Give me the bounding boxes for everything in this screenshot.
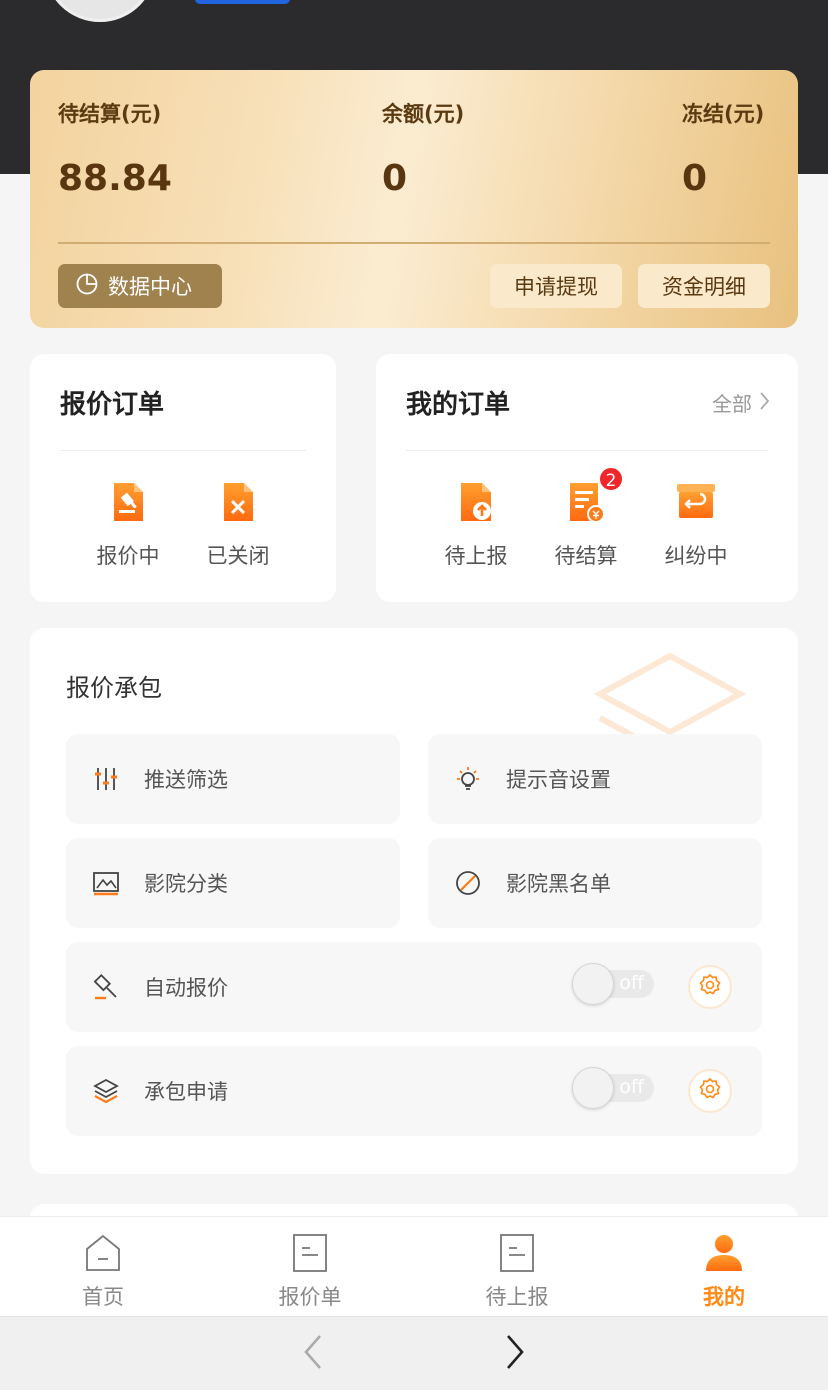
contract-apply-label: 承包申请 [144,1080,228,1104]
quote-list-icon [250,1231,370,1275]
tab-pending-report[interactable]: 待上报 [457,1231,577,1311]
pending-settlement[interactable]: 待结算(元) 88.84 [58,98,172,199]
gear-icon [698,973,722,1002]
user-icon [664,1231,784,1275]
pending-settlement-orders-label: 待结算 [554,544,618,568]
auto-quote-toggle[interactable]: off [572,963,654,1005]
data-center-button[interactable]: 数据中心 [58,264,222,308]
layers-icon [92,1077,120,1105]
pending-report-label: 待上报 [444,544,508,568]
toggle-state: off [619,1076,644,1098]
tab-quote-list-label: 报价单 [278,1285,342,1309]
user-tag [195,0,290,4]
auto-quote-settings-button[interactable] [688,965,732,1009]
balance-value: 0 [382,158,408,199]
auto-quote-label: 自动报价 [144,976,228,1000]
quote-orders-card: 报价订单 报价中 已关闭 [30,354,336,602]
gavel-icon [92,973,120,1001]
gavel-doc-icon [104,478,152,526]
contract-apply-toggle[interactable]: off [572,1067,654,1109]
tab-pending-report-label: 待上报 [485,1285,549,1309]
tab-mine[interactable]: 我的 [664,1231,784,1311]
upload-doc-icon [452,478,500,526]
all-orders-label: 全部 [712,392,752,416]
tab-home[interactable]: 首页 [43,1231,163,1311]
cinema-category-label: 影院分类 [144,872,228,896]
cinema-category-tile[interactable]: 影院分类 [66,838,400,928]
data-center-label: 数据中心 [108,275,192,299]
pending-settlement-orders[interactable]: 2 待结算 [536,466,636,570]
wallet-card: 待结算(元) 88.84 余额(元) 0 冻结(元) 0 数据中心 申请提现 资… [30,70,798,328]
chevron-left-icon [302,1334,324,1374]
back-button[interactable] [290,1331,336,1377]
my-orders-title: 我的订单 [406,390,511,420]
layers-watermark-icon [594,652,746,742]
closed-orders[interactable]: 已关闭 [188,478,288,570]
cinema-blacklist-label: 影院黑名单 [506,872,611,896]
dispute-label: 纠纷中 [664,544,728,568]
balance[interactable]: 余额(元) 0 [382,98,464,199]
divider [60,450,306,451]
contract-apply-settings-button[interactable] [688,1069,732,1113]
pending-report-icon [457,1231,577,1275]
pending-report-orders[interactable]: 待上报 [426,478,526,570]
quoting-label: 报价中 [96,544,160,568]
divider [406,450,768,451]
toggle-state: off [619,972,644,994]
push-filter-tile[interactable]: 推送筛选 [66,734,400,824]
toggle-knob [572,1067,614,1109]
settle-doc-icon: 2 [562,466,624,526]
pending-settlement-value: 88.84 [58,158,172,199]
home-icon [43,1231,163,1275]
toggle-knob [572,963,614,1005]
gear-icon [698,1077,722,1106]
frozen-label: 冻结(元) [682,102,765,126]
chevron-right-icon [760,391,770,415]
quote-contract-section: 报价承包 推送筛选 提示音设置 影院分类 影院黑名单 自动报价 off 承包申请… [30,628,798,1174]
funds-detail-button[interactable]: 资金明细 [638,264,770,308]
browser-nav-bar [0,1316,828,1390]
section-title: 报价承包 [66,674,162,702]
ban-icon [454,869,482,897]
dispute-orders[interactable]: 纠纷中 [646,478,746,570]
cinema-blacklist-tile[interactable]: 影院黑名单 [428,838,762,928]
frozen[interactable]: 冻结(元) 0 [682,98,764,199]
quote-orders-title: 报价订单 [60,390,165,420]
bulb-icon [454,765,482,793]
pending-settlement-label: 待结算(元) [58,102,162,126]
screen-icon [92,869,120,897]
closed-label: 已关闭 [206,544,270,568]
all-orders-link[interactable]: 全部 [712,388,770,417]
sound-settings-tile[interactable]: 提示音设置 [428,734,762,824]
tab-mine-label: 我的 [703,1285,745,1309]
contract-apply-row: 承包申请 off [66,1046,762,1136]
auto-quote-row: 自动报价 off [66,942,762,1032]
avatar[interactable] [44,0,156,22]
bottom-tab-bar: 首页 报价单 待上报 我的 [0,1216,828,1316]
badge-count: 2 [598,466,624,492]
frozen-value: 0 [682,158,708,199]
chevron-right-icon [504,1334,526,1374]
push-filter-label: 推送筛选 [144,768,228,792]
return-box-icon [672,478,720,526]
quoting-orders[interactable]: 报价中 [78,478,178,570]
balance-label: 余额(元) [382,102,465,126]
forward-button[interactable] [492,1331,538,1377]
my-orders-card: 我的订单 全部 待上报 2 待结算 纠纷中 [376,354,798,602]
tab-home-label: 首页 [82,1285,124,1309]
sound-settings-label: 提示音设置 [506,768,611,792]
pie-chart-icon [76,273,98,300]
withdraw-button[interactable]: 申请提现 [490,264,622,308]
closed-doc-icon [214,478,262,526]
sliders-icon [92,765,120,793]
tab-quote-list[interactable]: 报价单 [250,1231,370,1311]
wallet-divider [58,242,770,244]
